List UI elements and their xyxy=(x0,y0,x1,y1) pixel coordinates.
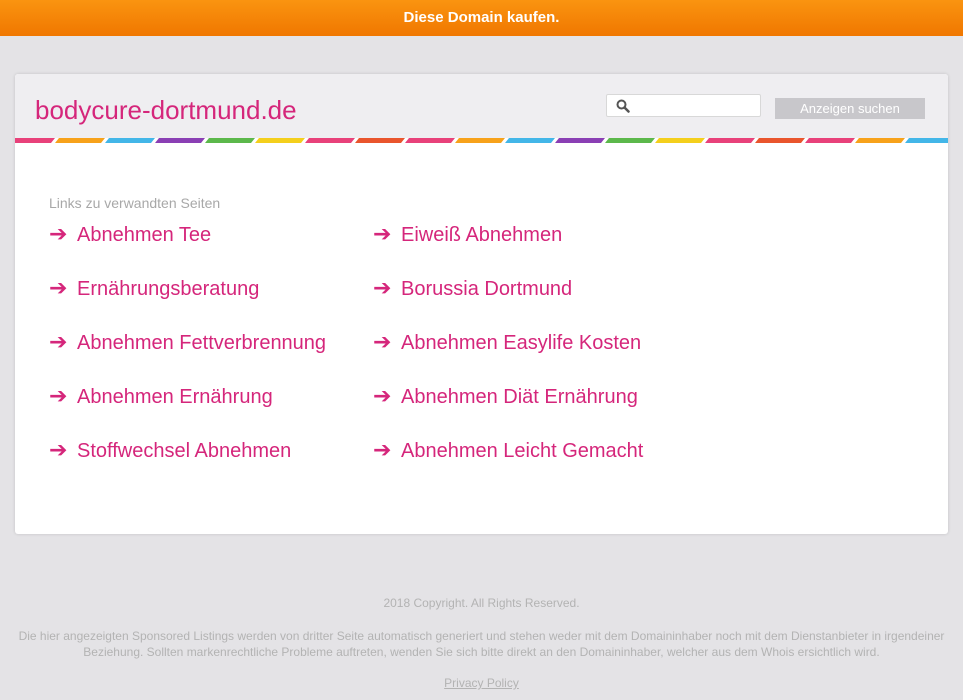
arrow-right-icon: ➔ xyxy=(49,330,68,355)
search-box[interactable] xyxy=(606,94,761,117)
domain-title: bodycure-dortmund.de xyxy=(35,95,297,125)
search-icon xyxy=(616,99,630,113)
stripe-segment xyxy=(155,138,205,143)
card-header: bodycure-dortmund.de Anzeigen suchen xyxy=(15,74,948,138)
search-button[interactable]: Anzeigen suchen xyxy=(775,98,925,119)
arrow-right-icon: ➔ xyxy=(373,330,392,355)
rainbow-stripe-divider xyxy=(15,138,948,143)
stripe-segment xyxy=(255,138,305,143)
arrow-right-icon: ➔ xyxy=(373,222,392,247)
copyright-text: 2018 Copyright. All Rights Reserved. xyxy=(383,596,580,610)
related-link[interactable]: ➔ Stoffwechsel Abnehmen xyxy=(49,437,326,491)
stripe-segment xyxy=(205,138,255,143)
arrow-right-icon: ➔ xyxy=(49,438,68,463)
stripe-segment xyxy=(855,138,905,143)
stripe-segment xyxy=(15,138,55,143)
stripe-segment xyxy=(105,138,155,143)
related-links-heading: Links zu verwandten Seiten xyxy=(49,195,221,211)
buy-domain-label[interactable]: Diese Domain kaufen. xyxy=(404,9,560,26)
stripe-segment xyxy=(455,138,505,143)
related-link[interactable]: ➔ Eiweiß Abnehmen xyxy=(373,221,643,275)
stripe-segment xyxy=(905,138,948,143)
stripe-segment xyxy=(705,138,755,143)
related-link[interactable]: ➔ Abnehmen Easylife Kosten xyxy=(373,329,643,383)
stripe-segment xyxy=(55,138,105,143)
related-link[interactable]: ➔ Abnehmen Leicht Gemacht xyxy=(373,437,643,491)
buy-domain-banner[interactable]: Diese Domain kaufen. xyxy=(0,0,963,36)
stripe-segment xyxy=(655,138,705,143)
main-card: bodycure-dortmund.de Anzeigen suchen Lin… xyxy=(15,74,948,534)
related-link[interactable]: ➔ Abnehmen Diät Ernährung xyxy=(373,383,643,437)
related-links-column-1: ➔ Abnehmen Tee ➔ Ernährungsberatung ➔ Abneh… xyxy=(49,221,326,491)
related-link[interactable]: ➔ Abnehmen Fettverbrennung xyxy=(49,329,326,383)
stripe-segment xyxy=(405,138,455,143)
privacy-policy-link[interactable]: Privacy Policy xyxy=(0,676,963,690)
stripe-segment xyxy=(305,138,355,143)
disclaimer-text: Die hier angezeigten Sponsored Listings … xyxy=(18,629,945,659)
related-links-column-2: ➔ Eiweiß Abnehmen ➔ Borussia Dortmund ➔ Abn… xyxy=(373,221,643,491)
stripe-segment xyxy=(605,138,655,143)
arrow-right-icon: ➔ xyxy=(373,384,392,409)
arrow-right-icon: ➔ xyxy=(49,276,68,301)
stripe-segment xyxy=(555,138,605,143)
related-link[interactable]: ➔ Ernährungsberatung xyxy=(49,275,326,329)
arrow-right-icon: ➔ xyxy=(373,438,392,463)
related-link[interactable]: ➔ Borussia Dortmund xyxy=(373,275,643,329)
stripe-segment xyxy=(805,138,855,143)
arrow-right-icon: ➔ xyxy=(373,276,392,301)
search-input[interactable] xyxy=(635,97,759,116)
related-link[interactable]: ➔ Abnehmen Ernährung xyxy=(49,383,326,437)
stripe-segment xyxy=(755,138,805,143)
stripe-segment xyxy=(355,138,405,143)
arrow-right-icon: ➔ xyxy=(49,222,68,247)
related-link[interactable]: ➔ Abnehmen Tee xyxy=(49,221,326,275)
arrow-right-icon: ➔ xyxy=(49,384,68,409)
stripe-segment xyxy=(505,138,555,143)
